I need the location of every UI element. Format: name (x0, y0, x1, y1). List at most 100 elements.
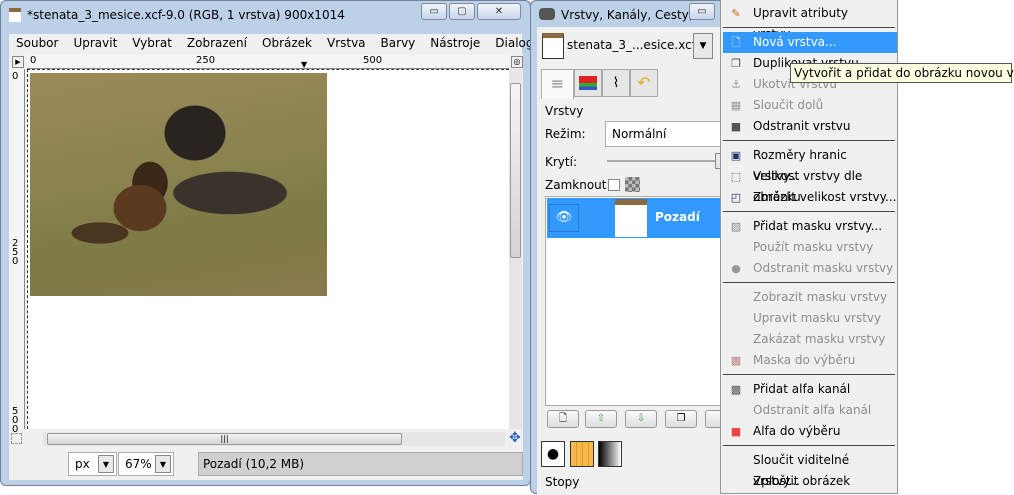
chevron-down-icon: ▼ (155, 455, 171, 473)
menu-item-label: Zploštit obrázek (753, 474, 851, 488)
tab-channels[interactable] (574, 69, 602, 97)
lock-label: Zamknout: (545, 178, 611, 192)
raise-layer-button[interactable]: ⇧ (585, 410, 617, 428)
menu-separator (723, 211, 895, 212)
minimize-button[interactable]: ▭ (689, 3, 715, 20)
ruler-label: 250 (12, 238, 19, 267)
tab-patterns[interactable] (570, 441, 594, 467)
menu-item-odstranit-masku-vrstvy[interactable]: ● Odstranit masku vrstvy (723, 258, 897, 279)
menu-zobrazení[interactable]: Zobrazení (180, 34, 255, 54)
unit-select[interactable]: px ▼ (68, 452, 117, 476)
menu-item-rozměry-hranic-vrstvy[interactable]: ▣ Rozměry hranic vrstvy... (723, 145, 897, 183)
merge-down-icon: ▦ (730, 99, 742, 112)
menu-item-maska-do-výběru[interactable]: ▩ Maska do výběru (723, 350, 897, 371)
menu-separator (723, 282, 895, 283)
alpha-selection-icon: ■ (730, 425, 742, 438)
menu-item-použít-masku-vrstvy[interactable]: Použít masku vrstvy (723, 237, 897, 258)
image-thumbnail (542, 33, 564, 59)
quick-mask-toggle[interactable] (11, 433, 22, 444)
ruler-label: 500 (363, 55, 383, 66)
menu-item-změnit-velikost-vrstvy[interactable]: ◰ Změnit velikost vrstvy... (723, 187, 897, 208)
opacity-slider[interactable] (607, 160, 717, 162)
chevron-down-icon: ▼ (98, 455, 114, 473)
image-canvas[interactable] (27, 69, 509, 429)
status-bar: Pozadí (10,2 MB) (198, 452, 523, 476)
menu-item-velikost-vrstvy-dle-obrázku[interactable]: ⬚ Velikost vrstvy dle obrázku (723, 166, 897, 204)
mask-delete-icon: ● (731, 262, 741, 275)
menu-vrstva[interactable]: Vrstva (320, 34, 374, 54)
menu-item-label: Upravit masku vrstvy (753, 311, 882, 325)
menu-upravit[interactable]: Upravit (66, 34, 125, 54)
horizontal-scrollbar[interactable]: ||| (43, 432, 505, 446)
tooltip: Vytvořit a přidat do obrázku novou vrstv… (790, 63, 1014, 83)
menu-item-upravit-masku-vrstvy[interactable]: Upravit masku vrstvy (723, 308, 897, 329)
lock-alpha-icon[interactable] (625, 177, 640, 192)
menu-separator (723, 27, 895, 28)
ruler-label: 500 (12, 406, 19, 435)
lock-checkbox[interactable] (608, 179, 620, 191)
maximize-button[interactable]: ▢ (449, 3, 475, 20)
zoom-select[interactable]: 67% ▼ (118, 452, 174, 476)
tab-gradients[interactable] (598, 441, 622, 467)
menu-item-sloučit-dolů[interactable]: ▦ Sloučit dolů (723, 95, 897, 116)
menu-item-label: Odstranit alfa kanál (753, 403, 872, 417)
layer-thumbnail (615, 199, 647, 237)
zoom-value: 67% (125, 457, 152, 471)
tab-paths[interactable]: ⌇ (602, 69, 630, 97)
menu-item-odstranit-vrstvu[interactable]: ■ Odstranit vrstvu (723, 116, 897, 137)
menu-item-zakázat-masku-vrstvy[interactable]: Zakázat masku vrstvy (723, 329, 897, 350)
anchor-icon: ⚓ (731, 78, 741, 91)
tab-layers[interactable]: ≡ (541, 69, 574, 99)
menu-item-odstranit-alfa-kanál[interactable]: Odstranit alfa kanál (723, 400, 897, 421)
menu-separator (723, 445, 895, 446)
horizontal-ruler: 0 250 500 ▼ (27, 55, 509, 69)
chevron-down-icon[interactable]: ▼ (693, 33, 713, 59)
menu-item-zobrazit-masku-vrstvy[interactable]: Zobrazit masku vrstvy (723, 287, 897, 308)
menu-item-sloučit-viditelné-vrstvy[interactable]: Sloučit viditelné vrstvy... (723, 450, 897, 488)
menu-item-zploštit-obrázek[interactable]: Zploštit obrázek (723, 471, 897, 492)
window-controls: ▭ ▢ ✕ (421, 3, 521, 20)
menu-nástroje[interactable]: Nástroje (423, 34, 488, 54)
image-selector[interactable]: stenata_3_...esice.xcf-9 ▼ (539, 32, 719, 60)
lower-layer-button[interactable]: ⇩ (625, 410, 657, 428)
menu-item-přidat-masku-vrstvy[interactable]: ▨ Přidat masku vrstvy... (723, 216, 897, 237)
duplicate-icon: ❐ (731, 57, 741, 70)
tab-brushes[interactable]: ● (541, 441, 565, 467)
window-title: *stenata_3_mesice.xcf-9.0 (RGB, 1 vrstva… (27, 8, 345, 22)
menu-item-label: Zobrazit masku vrstvy (753, 290, 888, 304)
alpha-add-icon: ▩ (730, 383, 742, 396)
image-selector-label: stenata_3_...esice.xcf-9 (567, 38, 708, 52)
vertical-scrollbar[interactable] (509, 69, 522, 429)
menu-soubor[interactable]: Soubor (9, 34, 66, 54)
gimp-icon (539, 8, 555, 20)
new-layer-button[interactable]: 🗋 (547, 410, 579, 428)
duplicate-layer-button[interactable]: ❐ (665, 410, 697, 428)
ruler-label: 0 (12, 71, 19, 82)
vertical-ruler: 0 250 500 (9, 69, 25, 435)
menu-item-label: Sloučit dolů (753, 98, 824, 112)
menu-barvy[interactable]: Barvy (374, 34, 424, 54)
menu-item-alfa-do-výběru[interactable]: ■ Alfa do výběru (723, 421, 897, 442)
minimize-button[interactable]: ▭ (421, 3, 447, 20)
close-button[interactable]: ✕ (477, 3, 521, 20)
menu-item-přidat-alfa-kanál[interactable]: ▩ Přidat alfa kanál (723, 379, 897, 400)
eye-icon[interactable]: 👁 (549, 204, 579, 232)
menu-item-upravit-atributy-vrstvy[interactable]: ✎Upravit atributy vrstvy... (723, 3, 897, 41)
layers-list: 👁 Pozadí (545, 196, 731, 406)
menu-vybrat[interactable]: Vybrat (125, 34, 180, 54)
ruler-label: 0 (30, 55, 37, 66)
layer-row[interactable]: 👁 Pozadí (547, 198, 731, 238)
menu-obrázek[interactable]: Obrázek (255, 34, 320, 54)
tab-undo[interactable]: ↶ (630, 69, 658, 97)
menu-item-label: Přidat alfa kanál (753, 382, 851, 396)
scale-icon: ◰ (730, 191, 742, 204)
image-icon (9, 8, 21, 22)
ruler-label: 250 (196, 55, 216, 66)
mode-select[interactable]: Normální (605, 121, 731, 147)
menu-arrow-button[interactable]: ▶ (12, 56, 24, 68)
zoom-fit-button[interactable]: ◎ (511, 56, 523, 68)
menu-item-nová-vrstva[interactable]: 🗋 Nová vrstva... (723, 32, 897, 53)
image-window: *stenata_3_mesice.xcf-9.0 (RGB, 1 vrstva… (0, 0, 585, 486)
boundary-icon: ▣ (730, 149, 742, 162)
navigate-icon[interactable]: ✥ (509, 430, 521, 446)
